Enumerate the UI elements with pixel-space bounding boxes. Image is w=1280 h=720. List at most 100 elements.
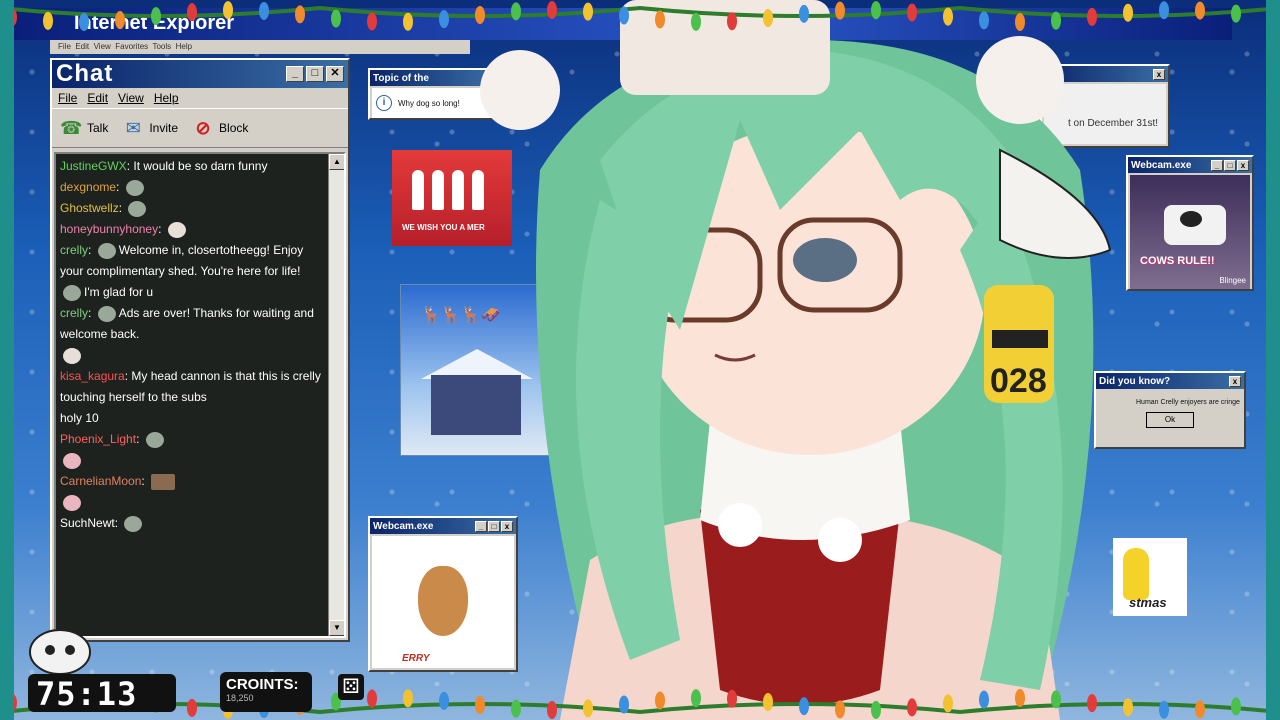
minion-caption: stmas [1129,595,1167,610]
ok-button[interactable]: Ok [1146,412,1194,428]
cow-webcam-window: Webcam.exe _ □ x COWS RULE!! Blingee [1126,155,1254,291]
chat-message: Ghostwellz: [60,198,326,219]
topic-body: i Why dog so long! [372,88,494,118]
chat-message: dexgnome: [60,177,326,198]
santa-video-caption: WE WISH YOU A MER [402,223,485,232]
croints-counter: CROINTS: 18,250 [220,672,312,712]
emote-icon [145,431,164,448]
chat-menu-bar: File Edit View Help [52,88,348,108]
block-label: Block [219,121,249,135]
scroll-down-icon[interactable]: ▼ [329,620,344,636]
chat-window: Chat _ □ ✕ File Edit View Help ☎ Talk ✉ … [50,58,350,642]
invite-button[interactable]: ✉ Invite [122,118,178,139]
close-button[interactable]: x [1229,375,1241,387]
browser-menu-edit[interactable]: Edit [75,42,89,51]
talk-button[interactable]: ☎ Talk [60,118,108,139]
menu-edit[interactable]: Edit [87,91,108,105]
chat-messages: JustineGWX: It would be so darn funny dex… [60,156,326,534]
browser-menu-favorites[interactable]: Favorites [115,42,148,51]
maximize-button[interactable]: □ [306,66,324,82]
topic-text: Why dog so long! [398,98,460,108]
topic-title: Topic of the [373,72,429,84]
emote-icon [124,515,143,532]
dancer [452,170,464,210]
chat-message-text: I'm glad for u [84,285,153,299]
chat-log[interactable]: JustineGWX: It would be so darn funny dex… [54,152,346,638]
emote-icon [97,242,116,259]
browser-menu-file[interactable]: File [58,42,71,51]
browser-menu-tools[interactable]: Tools [152,42,171,51]
emote-icon [167,221,186,238]
chat-message [60,492,326,513]
menu-help[interactable]: Help [154,91,179,105]
minimize-button[interactable]: _ [1211,159,1223,171]
topic-title-bar[interactable]: Topic of the [370,70,496,86]
ear-right [976,36,1064,124]
right-eye [793,238,857,282]
browser-menu-view[interactable]: View [94,42,111,51]
chat-username[interactable]: honeybunnyhoney [60,222,158,236]
chat-message-text: Welcome in, closertotheegg! Enjoy your c… [60,243,304,278]
browser-title: Internet Explorer [74,12,235,34]
maximize-button[interactable]: □ [1224,159,1236,171]
emote-icon [125,179,144,196]
chat-username[interactable]: crelly [60,243,88,257]
chat-message: JustineGWX: It would be so darn funny [60,159,268,173]
dancer [432,170,444,210]
chat-title-bar[interactable]: Chat _ □ ✕ [52,60,348,88]
close-button[interactable]: x [1153,68,1165,80]
pompom-left [718,503,762,547]
chat-message: honeybunnyhoney: [60,219,326,240]
emote-icon [63,494,81,511]
talk-icon: ☎ [60,117,83,138]
minimize-button[interactable]: _ [286,66,304,82]
chat-message [60,450,326,471]
emote-icon [63,452,81,469]
chat-username[interactable]: crelly [60,306,88,320]
reindeer-webcam-title: Webcam.exe [373,520,434,532]
block-button[interactable]: ⊘ Block [192,118,248,139]
ear-left [480,50,560,130]
chat-scrollbar[interactable]: ▲ ▼ [328,154,344,636]
chat-username[interactable]: CarnelianMoon [60,474,141,488]
croints-value: 18,250 [226,693,254,703]
emote-icon [128,200,147,217]
cow-caption: COWS RULE!! [1140,255,1215,267]
invite-icon: ✉ [125,117,141,138]
chat-username[interactable]: SuchNewt [60,516,115,530]
browser-menu-help[interactable]: Help [176,42,192,51]
chat-message [60,345,326,366]
ear-tag-number: 028 [990,362,1047,400]
chat-username[interactable]: dexgnome [60,180,116,194]
cow-watermark: Blingee [1219,276,1246,285]
scroll-up-icon[interactable]: ▲ [329,154,344,170]
croints-label: CROINTS: [226,676,299,693]
chat-username[interactable]: Ghostwellz [60,201,119,215]
chat-username[interactable]: Phoenix_Light [60,432,136,446]
cow-image: COWS RULE!! Blingee [1130,175,1250,289]
minion-icon [1123,548,1149,600]
christmas-lights-left [0,0,14,720]
mascot-icon [29,629,91,675]
chat-message: kisa_kagura: My head cannon is that this… [60,369,321,404]
cow-webcam-title-bar[interactable]: Webcam.exe _ □ x [1128,157,1252,173]
chat-username[interactable]: kisa_kagura [60,369,125,383]
minion-christmas-image: stmas [1113,538,1187,616]
emote-icon [97,305,116,322]
chat-message-text: It would be so darn funny [133,159,268,173]
close-button[interactable]: ✕ [326,66,344,82]
menu-file[interactable]: File [58,91,77,105]
barcode [992,330,1048,348]
christmas-lights-right [1266,0,1280,720]
chat-message: CarnelianMoon: [60,471,326,492]
menu-view[interactable]: View [118,91,144,105]
vtuber-character: 028 [480,0,1112,720]
talk-label: Talk [87,121,109,135]
chat-username[interactable]: JustineGWX [60,159,127,173]
block-icon: ⊘ [195,117,211,138]
close-button[interactable]: x [1237,159,1249,171]
cow-webcam-title: Webcam.exe [1131,159,1192,171]
chat-toolbar: ☎ Talk ✉ Invite ⊘ Block [52,108,348,148]
browser-menu-bar: File Edit View Favorites Tools Help [50,40,470,54]
chat-message: I'm glad for u [60,282,326,303]
